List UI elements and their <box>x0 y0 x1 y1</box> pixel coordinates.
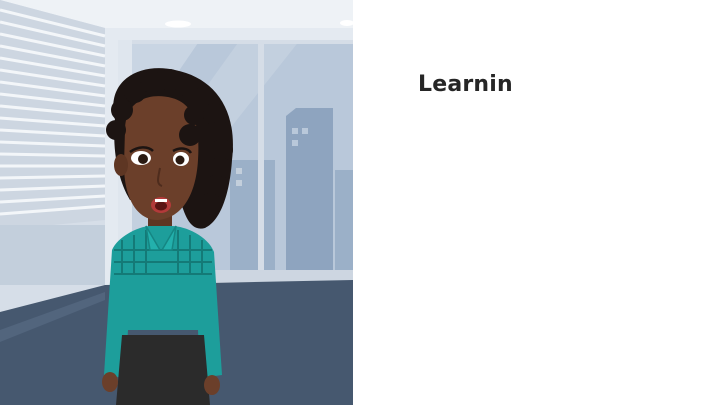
video-frame: Learnin <box>0 0 720 405</box>
panel-heading: Learnin <box>418 72 513 97</box>
illustration-scene <box>0 0 353 405</box>
skirt <box>116 335 210 405</box>
ceiling-light <box>165 20 191 28</box>
text-panel: Learnin <box>353 0 720 405</box>
window-blinds <box>0 0 106 285</box>
office-scene-illustration <box>0 0 353 405</box>
